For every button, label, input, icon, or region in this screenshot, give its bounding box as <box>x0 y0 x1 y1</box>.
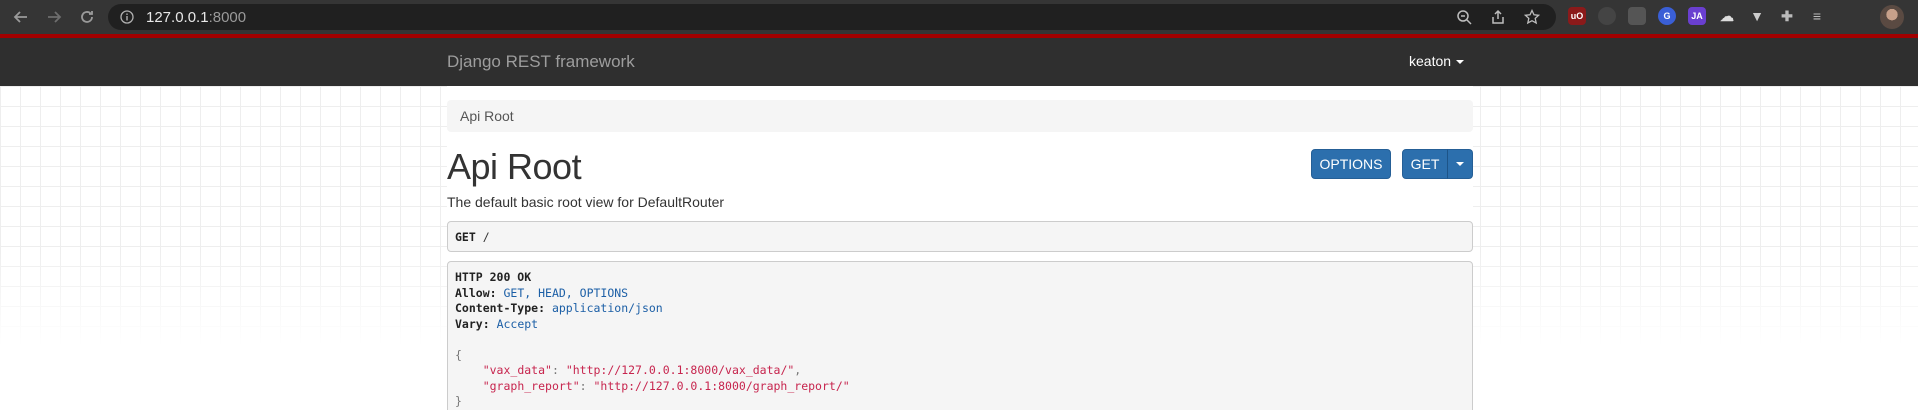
request-path: / <box>482 230 490 244</box>
json-link-graph-report[interactable]: "http://127.0.0.1:8000/graph_report/" <box>594 379 850 393</box>
zoom-icon[interactable] <box>1456 9 1472 25</box>
json-comma: , <box>794 363 802 377</box>
json-key: "vax_data" <box>482 363 552 377</box>
extension-g-icon[interactable]: G <box>1658 7 1676 25</box>
address-bar[interactable]: 127.0.0.1:8000 <box>108 4 1556 30</box>
share-icon[interactable] <box>1490 9 1506 25</box>
chevron-down-icon <box>1456 162 1464 166</box>
brand-link[interactable]: Django REST framework <box>447 52 635 72</box>
request-info: GET / <box>447 221 1473 252</box>
vue-extension-icon[interactable]: ▼ <box>1748 7 1766 25</box>
response-status: HTTP 200 OK <box>455 270 532 284</box>
reload-icon[interactable] <box>75 5 99 29</box>
json-key: "graph_report" <box>482 378 580 393</box>
header-content-type-key: Content-Type: <box>455 301 546 315</box>
get-format-dropdown[interactable] <box>1447 149 1473 179</box>
header-vary-value: Accept <box>496 316 539 331</box>
extension-ja-icon[interactable]: JA <box>1688 7 1706 25</box>
header-allow-key: Allow: <box>455 285 497 300</box>
profile-avatar[interactable] <box>1880 5 1904 29</box>
header-content-type-value: application/json <box>551 301 663 315</box>
url-host: 127.0.0.1 <box>146 8 209 26</box>
response-info: HTTP 200 OK Allow: GET, HEAD, OPTIONS Co… <box>447 261 1473 410</box>
json-open-brace: { <box>455 347 462 362</box>
json-close-brace: } <box>455 394 462 408</box>
ublock-extension-icon[interactable]: uO <box>1568 7 1586 25</box>
cloud-extension-icon[interactable]: ☁ <box>1718 7 1736 25</box>
header-vary-key: Vary: <box>455 316 490 331</box>
json-link-vax-data[interactable]: "http://127.0.0.1:8000/vax_data/" <box>566 363 794 377</box>
browser-toolbar: 127.0.0.1:8000 uO G JA ☁ ▼ ✚ ≡ <box>0 0 1918 34</box>
chevron-down-icon <box>1456 60 1465 65</box>
reading-list-icon[interactable]: ≡ <box>1808 7 1826 25</box>
view-description: The default basic root view for DefaultR… <box>447 194 725 210</box>
site-info-icon[interactable] <box>120 10 134 24</box>
get-button[interactable]: GET <box>1402 149 1448 179</box>
breadcrumb-item-api-root[interactable]: Api Root <box>460 108 514 124</box>
back-icon[interactable] <box>9 5 33 29</box>
page-title: Api Root <box>447 146 582 187</box>
extension-copy-icon[interactable] <box>1628 7 1646 25</box>
extension-circle-icon[interactable] <box>1598 7 1616 25</box>
username: keaton <box>1409 53 1452 69</box>
extensions-puzzle-icon[interactable]: ✚ <box>1778 7 1796 25</box>
header-allow-value: GET, HEAD, OPTIONS <box>503 285 629 300</box>
request-method: GET <box>455 230 476 244</box>
content-container: Api Root Api Root OPTIONS GET The defaul… <box>447 86 1473 410</box>
url-text: 127.0.0.1:8000 <box>146 9 246 26</box>
url-port: :8000 <box>208 8 247 26</box>
forward-icon[interactable] <box>42 5 66 29</box>
breadcrumb: Api Root <box>447 100 1473 132</box>
drf-navbar: Django REST framework keaton <box>0 34 1918 86</box>
user-dropdown[interactable]: keaton <box>1409 53 1465 69</box>
bookmark-star-icon[interactable] <box>1523 8 1541 25</box>
options-button[interactable]: OPTIONS <box>1311 149 1391 179</box>
